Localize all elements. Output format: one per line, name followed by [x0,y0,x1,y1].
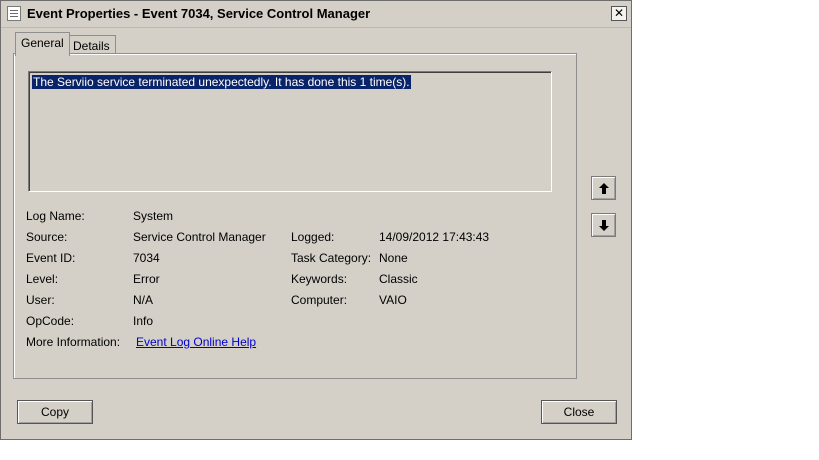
event-properties-window: Event Properties - Event 7034, Service C… [0,0,632,440]
log-name-label: Log Name: [26,209,85,223]
window-title: Event Properties - Event 7034, Service C… [27,6,371,21]
user-value: N/A [133,293,154,307]
logged-value: 14/09/2012 17:43:43 [379,230,490,244]
keywords-value: Classic [379,272,418,286]
source-label: Source: [26,230,68,244]
tab-general[interactable]: General [15,32,70,56]
computer-value: VAIO [379,293,407,307]
keywords-label: Keywords: [291,272,348,286]
event-id-value: 7034 [133,251,160,265]
more-information-label: More Information: [26,335,121,349]
event-description-box[interactable]: The Serviio service terminated unexpecte… [28,71,552,192]
next-event-button[interactable] [591,213,616,237]
task-category-value: None [379,251,408,265]
event-description-text[interactable]: The Serviio service terminated unexpecte… [32,75,411,89]
task-category-label: Task Category: [291,251,372,265]
opcode-value: Info [133,314,154,328]
level-value: Error [133,272,160,286]
copy-button[interactable]: Copy [17,400,93,424]
arrow-up-icon [598,182,609,194]
event-viewer-icon [7,6,21,21]
arrow-down-icon [598,219,609,231]
level-label: Level: [26,272,59,286]
event-log-online-help-link[interactable]: Event Log Online Help [136,335,256,349]
event-id-label: Event ID: [26,251,76,265]
close-window-button[interactable]: ✕ [611,6,627,21]
title-bar[interactable]: Event Properties - Event 7034, Service C… [1,1,631,28]
previous-event-button[interactable] [591,176,616,200]
opcode-label: OpCode: [26,314,75,328]
logged-label: Logged: [291,230,335,244]
log-name-value: System [133,209,174,223]
source-value: Service Control Manager [133,230,266,244]
close-button[interactable]: Close [541,400,617,424]
computer-label: Computer: [291,293,348,307]
user-label: User: [26,293,55,307]
